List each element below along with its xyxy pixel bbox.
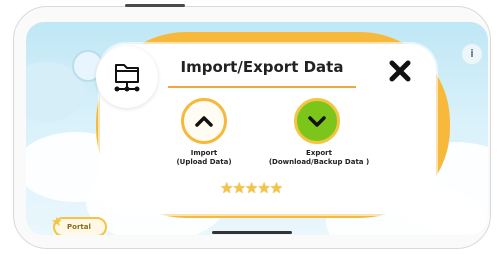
import-label-line2: (Upload Data) (176, 158, 232, 166)
phone-power-button (125, 4, 185, 7)
title-divider (168, 86, 356, 88)
export-button[interactable] (294, 98, 340, 144)
chevron-up-icon (195, 116, 213, 127)
chevron-down-icon (308, 116, 326, 127)
star-icon: ★ (51, 215, 63, 230)
folder-badge (96, 46, 158, 108)
import-label: Import (Upload Data) (159, 149, 249, 167)
export-label-line2: (Download/Backup Data ) (268, 158, 370, 166)
portal-button[interactable]: ★ Portal (51, 215, 107, 235)
close-button[interactable] (386, 57, 414, 85)
export-label-line1: Export (306, 149, 332, 157)
rating-stars: ★★★★★ (220, 179, 283, 197)
dialog-title: Import/Export Data (180, 58, 344, 76)
close-icon (389, 60, 411, 82)
import-button[interactable] (181, 98, 227, 144)
home-indicator (212, 231, 292, 234)
portal-label: Portal (67, 223, 91, 231)
import-label-line1: Import (190, 149, 218, 157)
info-button[interactable]: i (462, 44, 482, 64)
export-label: Export (Download/Backup Data ) (262, 149, 376, 167)
folder-network-icon (114, 64, 140, 92)
